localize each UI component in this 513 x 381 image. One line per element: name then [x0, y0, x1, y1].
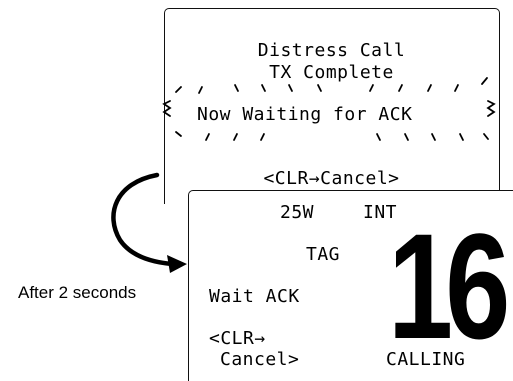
transition-caption: After 2 seconds	[18, 283, 137, 302]
calling-indicator-text: CALLING	[386, 349, 466, 370]
waiting-for-ack-text: Now Waiting for ACK	[197, 104, 413, 125]
lcd-screen-distress-tx-complete: Distress Call TX Complete Now Waiting fo…	[164, 8, 500, 204]
cancel-softkey-text: Cancel>	[220, 349, 300, 370]
tag-text: TAG	[306, 244, 341, 265]
wait-ack-text: Wait ACK	[209, 286, 300, 307]
lcd-screen-calling-channel-16: 25W INT TAG Wait ACK <CLR→ Cancel> 16 CA…	[188, 190, 513, 381]
power-level-text: 25W	[280, 202, 315, 223]
clr-softkey-text: <CLR→	[209, 328, 266, 349]
distress-call-text: Distress Call	[257, 40, 406, 61]
clr-cancel-text: <CLR→Cancel>	[263, 168, 400, 189]
tx-complete-text: TX Complete	[269, 62, 394, 83]
channel-number-display: 16	[388, 202, 510, 370]
